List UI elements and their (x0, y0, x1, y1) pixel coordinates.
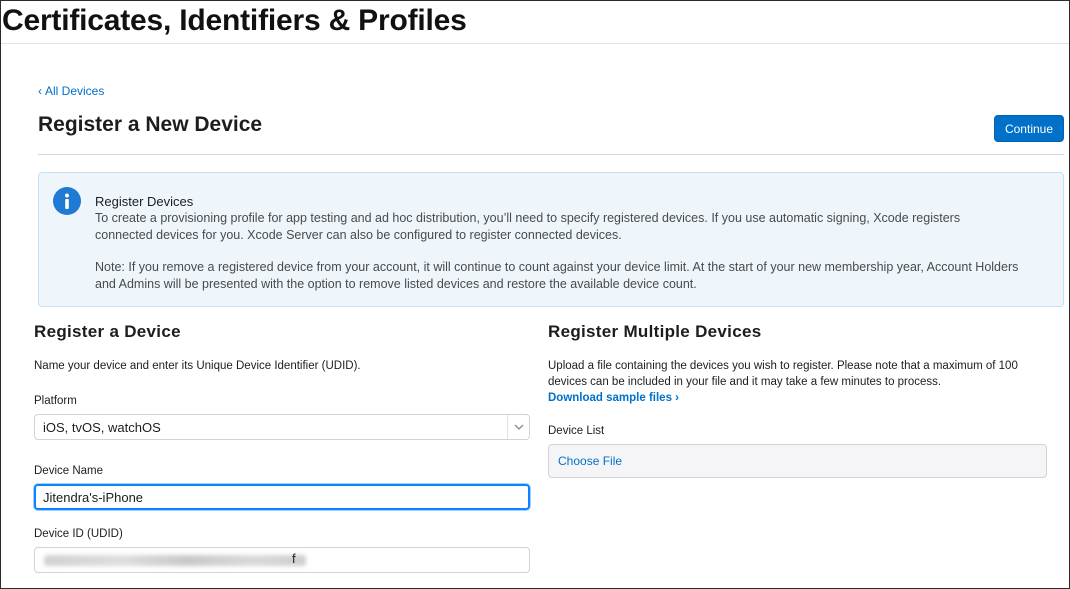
page-title: Register a New Device (38, 113, 263, 136)
info-title: Register Devices (95, 194, 194, 209)
info-banner: Register Devices To create a provisionin… (38, 172, 1064, 307)
device-list-label: Device List (548, 425, 605, 437)
back-link-label: All Devices (45, 84, 105, 98)
platform-selected-value: iOS, tvOS, watchOS (43, 419, 161, 435)
udid-visible-tail: f (292, 551, 296, 566)
device-name-input[interactable] (34, 484, 530, 510)
chevron-down-icon (507, 415, 529, 439)
choose-file-button[interactable]: Choose File (548, 444, 1047, 478)
device-id-label: Device ID (UDID) (34, 528, 123, 540)
choose-file-label: Choose File (558, 454, 623, 468)
redacted-udid-mask (44, 555, 306, 566)
register-multiple-description: Upload a file containing the devices you… (548, 360, 1018, 388)
platform-select[interactable]: iOS, tvOS, watchOS (34, 414, 530, 440)
title-divider (1, 43, 1069, 44)
register-multiple-heading: Register Multiple Devices (548, 322, 762, 341)
back-to-all-devices-link[interactable]: ‹ All Devices (38, 84, 104, 98)
chevron-left-icon: ‹ (38, 84, 42, 98)
download-sample-files-link[interactable]: Download sample files › (548, 392, 679, 404)
register-device-heading: Register a Device (34, 322, 181, 341)
header-divider (38, 154, 1064, 155)
platform-label: Platform (34, 395, 77, 407)
info-note: Note: If you remove a registered device … (95, 260, 1019, 291)
register-device-description: Name your device and enter its Unique De… (34, 360, 361, 372)
info-text: To create a provisioning profile for app… (95, 211, 961, 242)
continue-button[interactable]: Continue (994, 115, 1064, 142)
app-title: Certificates, Identifiers & Profiles (2, 4, 467, 37)
device-name-label: Device Name (34, 465, 104, 477)
info-icon (53, 187, 81, 215)
